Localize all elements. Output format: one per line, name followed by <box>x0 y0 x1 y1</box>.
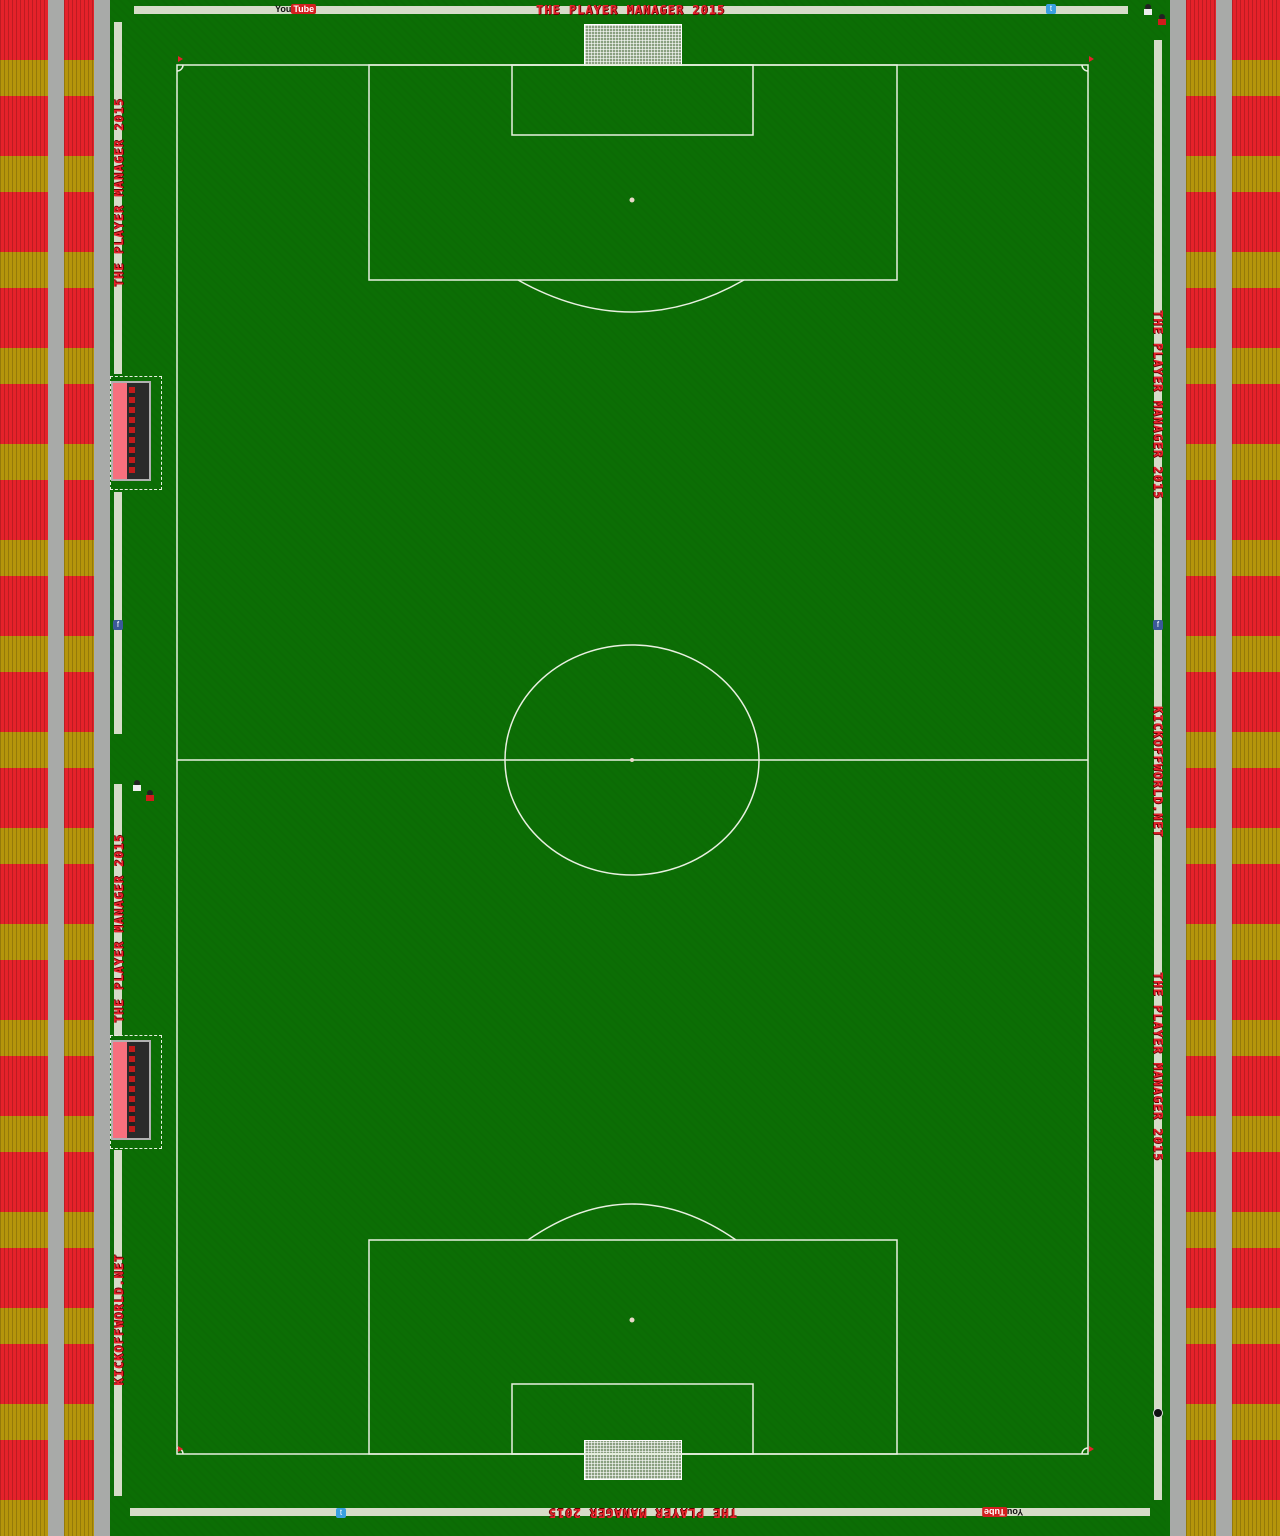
top-penalty-arc <box>517 279 745 313</box>
player-shirt <box>1158 19 1166 25</box>
top-penalty-area <box>368 64 898 281</box>
top-goal-area <box>511 64 754 136</box>
player-sprite-icon[interactable] <box>1157 14 1167 26</box>
corner-arc-bottom-right <box>1081 1447 1089 1455</box>
player-sprite-icon[interactable] <box>1143 4 1153 16</box>
corner-flag-top-right <box>1089 56 1094 62</box>
player-shirt <box>133 785 141 791</box>
pitch-markings <box>176 56 1094 1455</box>
bottom-penalty-arc <box>527 1203 737 1241</box>
player-shirt <box>146 795 154 801</box>
player-shirt <box>1144 9 1152 15</box>
corner-flag-top-left <box>178 56 183 62</box>
player-sprite-icon[interactable] <box>145 790 155 802</box>
corner-flag-bottom-right <box>1089 1446 1094 1452</box>
bottom-goal-area <box>511 1383 754 1455</box>
corner-arc-top-left <box>176 64 184 72</box>
corner-arc-top-right <box>1081 64 1089 72</box>
bottom-penalty-spot <box>629 1317 635 1323</box>
player-sprite-icon[interactable] <box>132 780 142 792</box>
bottom-penalty-area <box>368 1239 898 1455</box>
centre-spot <box>630 758 634 762</box>
top-penalty-spot <box>629 197 635 203</box>
